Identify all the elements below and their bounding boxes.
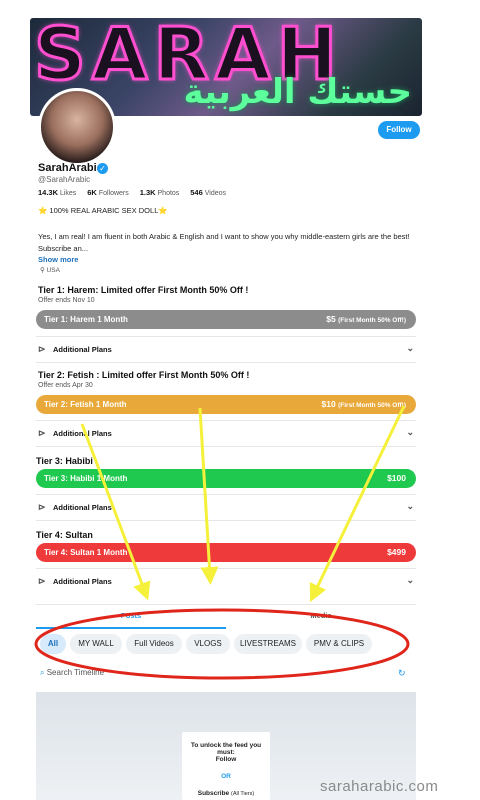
annotation-arrow-right	[309, 405, 406, 603]
watermark: saraharabic.com	[320, 778, 439, 795]
annotation-arrow-center	[198, 407, 219, 585]
annotation-overlay	[34, 405, 410, 680]
annotation-arrow-left	[80, 423, 151, 601]
annotation-ellipse	[34, 608, 410, 680]
